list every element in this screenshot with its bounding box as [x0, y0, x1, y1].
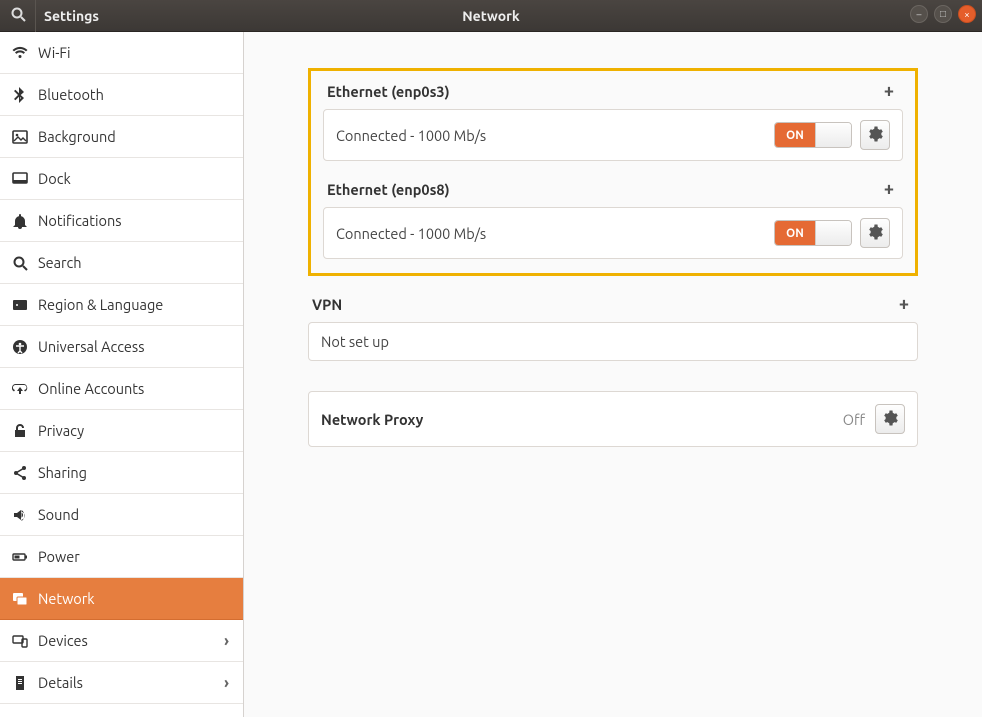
sidebar-item-label: Universal Access: [38, 338, 145, 355]
vpn-status-row: Not set up: [308, 322, 918, 361]
sidebar-item-sharing[interactable]: Sharing: [0, 452, 243, 494]
sidebar-item-power[interactable]: Power: [0, 536, 243, 578]
minimize-button[interactable]: –: [910, 5, 928, 23]
sidebar: Wi-Fi Bluetooth Background Dock Notification…: [0, 32, 244, 717]
toggle-on-label: ON: [775, 123, 815, 147]
app-title: Settings: [36, 8, 244, 24]
minimize-icon: –: [917, 9, 922, 20]
sound-icon: [12, 507, 38, 523]
sidebar-item-search[interactable]: Search: [0, 242, 243, 284]
sidebar-item-label: Power: [38, 548, 80, 565]
plus-icon: +: [884, 81, 894, 101]
sidebar-item-network[interactable]: Network: [0, 578, 243, 620]
access-icon: [12, 339, 38, 355]
add-ethernet-button[interactable]: +: [879, 179, 899, 199]
add-vpn-button[interactable]: +: [894, 294, 914, 314]
vpn-section: VPN + Not set up: [308, 294, 918, 361]
power-icon: [12, 549, 38, 565]
sidebar-item-devices[interactable]: Devices ›: [0, 620, 243, 662]
sidebar-item-label: Region & Language: [38, 296, 163, 313]
sidebar-item-wi-fi[interactable]: Wi-Fi: [0, 32, 243, 74]
sidebar-item-label: Bluetooth: [38, 86, 104, 103]
add-ethernet-button[interactable]: +: [879, 81, 899, 101]
sidebar-item-details[interactable]: Details ›: [0, 662, 243, 704]
search-icon: [10, 6, 26, 26]
sidebar-item-label: Notifications: [38, 212, 122, 229]
sidebar-item-label: Details: [38, 674, 83, 691]
toggle-on-label: ON: [775, 221, 815, 245]
bell-icon: [12, 213, 38, 229]
sidebar-item-label: Privacy: [38, 422, 84, 439]
window-controls: – □ ×: [910, 5, 976, 23]
details-icon: [12, 675, 38, 691]
network-proxy-row: Network Proxy Off: [308, 391, 918, 447]
sidebar-item-privacy[interactable]: Privacy: [0, 410, 243, 452]
sidebar-item-label: Online Accounts: [38, 380, 144, 397]
close-button[interactable]: ×: [958, 5, 976, 23]
vpn-title: VPN: [312, 296, 342, 313]
ethernet-connection-row: Connected - 1000 Mb/s ON: [323, 207, 903, 259]
background-icon: [12, 129, 38, 145]
connection-status: Connected - 1000 Mb/s: [336, 225, 774, 242]
sidebar-item-label: Dock: [38, 170, 71, 187]
sidebar-item-label: Sharing: [38, 464, 87, 481]
region-icon: [12, 297, 38, 313]
gear-icon: [882, 410, 898, 429]
ethernet-highlight-box: Ethernet (enp0s3) + Connected - 1000 Mb/…: [308, 68, 918, 276]
close-icon: ×: [964, 9, 970, 20]
ethernet-settings-button[interactable]: [860, 218, 890, 248]
sidebar-item-sound[interactable]: Sound: [0, 494, 243, 536]
network-icon: [12, 591, 38, 607]
sidebar-item-label: Sound: [38, 506, 79, 523]
sidebar-item-label: Background: [38, 128, 116, 145]
ethernet-settings-button[interactable]: [860, 120, 890, 150]
gear-icon: [867, 224, 883, 243]
ethernet-title: Ethernet (enp0s8): [327, 181, 450, 198]
sidebar-item-universal-access[interactable]: Universal Access: [0, 326, 243, 368]
sidebar-item-label: Network: [38, 590, 95, 607]
proxy-label: Network Proxy: [321, 411, 843, 428]
plus-icon: +: [884, 179, 894, 199]
titlebar: Settings Network – □ ×: [0, 0, 982, 32]
chevron-right-icon: ›: [224, 632, 229, 650]
devices-icon: [12, 633, 38, 649]
sidebar-item-region-language[interactable]: Region & Language: [0, 284, 243, 326]
share-icon: [12, 465, 38, 481]
sidebar-item-bluetooth[interactable]: Bluetooth: [0, 74, 243, 116]
main-panel: Ethernet (enp0s3) + Connected - 1000 Mb/…: [244, 32, 982, 717]
gear-icon: [867, 126, 883, 145]
toggle-knob: [815, 221, 851, 245]
ethernet-section-1: Ethernet (enp0s8) + Connected - 1000 Mb/…: [323, 173, 903, 259]
ethernet-title: Ethernet (enp0s3): [327, 83, 450, 100]
maximize-icon: □: [940, 8, 946, 20]
vpn-status: Not set up: [321, 333, 905, 350]
chevron-right-icon: ›: [224, 674, 229, 692]
ethernet-toggle[interactable]: ON: [774, 122, 852, 148]
sidebar-item-background[interactable]: Background: [0, 116, 243, 158]
privacy-icon: [12, 423, 38, 439]
wifi-icon: [12, 45, 38, 61]
sidebar-item-notifications[interactable]: Notifications: [0, 200, 243, 242]
ethernet-section-0: Ethernet (enp0s3) + Connected - 1000 Mb/…: [323, 81, 903, 161]
connection-status: Connected - 1000 Mb/s: [336, 127, 774, 144]
sidebar-item-online-accounts[interactable]: Online Accounts: [0, 368, 243, 410]
titlebar-search-button[interactable]: [0, 0, 36, 32]
plus-icon: +: [899, 294, 909, 314]
bluetooth-icon: [12, 87, 38, 103]
search-icon: [12, 255, 38, 271]
sidebar-item-dock[interactable]: Dock: [0, 158, 243, 200]
sidebar-item-label: Search: [38, 254, 82, 271]
sidebar-item-label: Wi-Fi: [38, 44, 71, 61]
maximize-button[interactable]: □: [934, 5, 952, 23]
toggle-knob: [815, 123, 851, 147]
dock-icon: [12, 171, 38, 187]
proxy-state: Off: [843, 411, 865, 428]
online-icon: [12, 381, 38, 397]
proxy-settings-button[interactable]: [875, 404, 905, 434]
ethernet-toggle[interactable]: ON: [774, 220, 852, 246]
ethernet-connection-row: Connected - 1000 Mb/s ON: [323, 109, 903, 161]
sidebar-item-label: Devices: [38, 632, 88, 649]
